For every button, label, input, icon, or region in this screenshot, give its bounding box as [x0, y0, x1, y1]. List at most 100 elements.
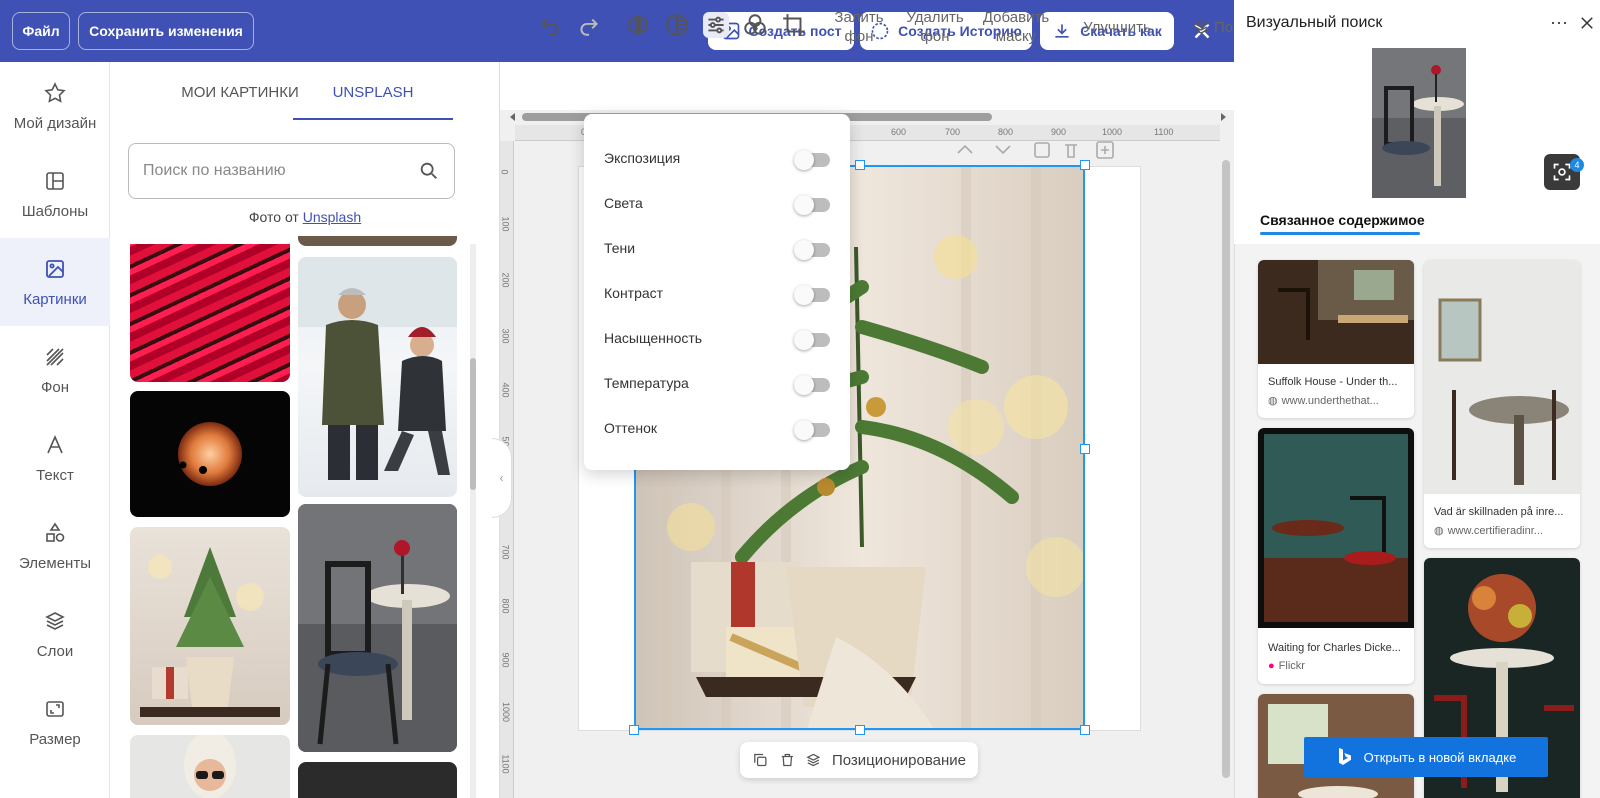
nav-label: Текст	[36, 466, 74, 484]
card-image	[1258, 260, 1414, 364]
notification-badge: 4	[1570, 158, 1584, 172]
thumbnail-sun-planets[interactable]	[130, 391, 290, 517]
nav-my-design[interactable]: Мой дизайн	[0, 62, 110, 150]
ruler-tick: 900	[500, 652, 511, 668]
unsplash-link[interactable]: Unsplash	[303, 209, 361, 225]
undo-icon[interactable]	[537, 12, 563, 38]
contrast-toggle[interactable]	[794, 285, 830, 305]
crop-icon[interactable]	[781, 12, 807, 38]
tab-unsplash[interactable]: UNSPLASH	[293, 82, 453, 120]
thumbnail-red-texture[interactable]	[130, 244, 290, 382]
open-in-new-tab-button[interactable]: Открыть в новой вкладке	[1304, 737, 1548, 777]
nav-elements[interactable]: Элементы	[0, 502, 110, 590]
card-source: ● Flickr	[1268, 660, 1408, 672]
resize-handle-tr[interactable]	[1080, 160, 1090, 170]
flip-icon[interactable]	[625, 12, 651, 38]
thumbnail-partial-top[interactable]	[298, 236, 457, 246]
card-source-text: www.certifieradinr...	[1447, 524, 1543, 537]
thumbnail-winter-couple[interactable]	[298, 257, 457, 497]
resize-handle-br[interactable]	[1080, 725, 1090, 735]
star-icon	[44, 81, 66, 103]
thumbnail-typewriter[interactable]	[298, 762, 457, 798]
nav-layers[interactable]: Слои	[0, 590, 110, 678]
nav-background[interactable]: Фон	[0, 326, 110, 414]
left-navigation: Мой дизайн Шаблоны Картинки Фон Текст Эл…	[0, 62, 110, 798]
remove-background-button[interactable]: Удалить фон	[902, 8, 968, 46]
delete-icon	[1065, 144, 1077, 158]
nav-size[interactable]: Размер	[0, 678, 110, 766]
highlights-toggle[interactable]	[794, 195, 830, 215]
resize-handle-bottom[interactable]	[855, 725, 865, 735]
nav-text[interactable]: Текст	[0, 414, 110, 502]
image-icon	[46, 259, 64, 278]
query-image-preview	[1372, 48, 1466, 198]
adjustments-menu: Экспозиция Света Тени Контраст Насыщенно…	[584, 114, 850, 470]
card-source: ◍ www.certifieradinr...	[1434, 524, 1574, 538]
more-options-icon[interactable]: ···	[1550, 12, 1568, 33]
trash-icon[interactable]	[779, 750, 796, 770]
ruler-tick: 200	[500, 272, 511, 288]
position-short-label: По	[1214, 19, 1234, 36]
selection-mini-toolbar	[957, 141, 1114, 159]
ruler-tick: 600	[891, 127, 907, 137]
related-card[interactable]: Suffolk House - Under th... ◍ www.underth…	[1258, 260, 1414, 418]
search-icon[interactable]	[418, 160, 440, 182]
card-title: Suffolk House - Under th...	[1268, 376, 1398, 388]
ruler-tick: 0	[499, 169, 510, 175]
ruler-tick: 800	[500, 598, 511, 614]
related-card[interactable]: Waiting for Charles Dicke... ● Flickr	[1258, 428, 1414, 684]
vertical-scrollbar[interactable]	[1222, 160, 1230, 778]
filter-icon[interactable]	[664, 12, 690, 38]
add-mask-button[interactable]: Добавить маску	[980, 8, 1052, 46]
editor-toolbar	[500, 62, 1234, 110]
add-icon	[1101, 146, 1109, 154]
resize-handle-bl[interactable]	[629, 725, 639, 735]
thumbnail-woman-sunglasses[interactable]	[130, 735, 290, 798]
card-image	[1424, 260, 1580, 494]
tint-toggle[interactable]	[794, 420, 830, 440]
images-scroll-track[interactable]	[470, 244, 476, 798]
related-content-tab[interactable]: Связанное содержимое	[1260, 212, 1425, 228]
fill-background-button[interactable]: Залить фон	[826, 8, 892, 46]
flickr-icon: ●	[1268, 660, 1275, 672]
ruler-tick: 400	[500, 382, 511, 398]
nav-label: Шаблоны	[21, 202, 89, 220]
ruler-tick: 700	[500, 544, 511, 560]
color-blend-icon[interactable]	[742, 12, 768, 38]
position-toolbar-button[interactable]: По	[1192, 18, 1234, 37]
globe-icon: ◍	[1268, 395, 1278, 407]
search-input[interactable]	[143, 162, 418, 180]
enhance-button[interactable]: Улучшить	[1080, 18, 1154, 37]
resize-handle-right[interactable]	[1080, 444, 1090, 454]
positioning-button[interactable]: Позиционирование	[832, 752, 966, 769]
adjust-icon[interactable]	[703, 12, 729, 38]
duplicate-icon[interactable]	[752, 750, 769, 770]
save-changes-label: Сохранить изменения	[89, 23, 243, 39]
ruler-tick: 800	[998, 127, 1014, 137]
search-box	[128, 143, 455, 199]
images-scroll-thumb[interactable]	[470, 358, 476, 490]
thumbnail-christmas-tree[interactable]	[130, 527, 290, 725]
adjust-item-exposure: Экспозиция	[604, 150, 681, 166]
ruler-tick: 1000	[1102, 127, 1123, 137]
related-card[interactable]: Vad är skillnaden på inre... ◍ www.certif…	[1424, 260, 1580, 548]
resize-handle-top[interactable]	[855, 160, 865, 170]
close-icon[interactable]	[1578, 14, 1596, 32]
temperature-toggle[interactable]	[794, 375, 830, 395]
collapse-panel-handle[interactable]: ‹	[492, 438, 512, 518]
template-icon	[46, 171, 64, 190]
save-changes-button[interactable]: Сохранить изменения	[78, 12, 254, 50]
thumbnail-chair-table[interactable]	[298, 504, 457, 752]
saturation-toggle[interactable]	[794, 330, 830, 350]
shadows-toggle[interactable]	[794, 240, 830, 260]
adjust-item-temperature: Температура	[604, 375, 689, 391]
visual-search-title: Визуальный поиск	[1246, 14, 1383, 31]
adjust-item-saturation: Насыщенность	[604, 330, 703, 346]
nav-images[interactable]: Картинки	[0, 238, 110, 326]
redo-icon[interactable]	[576, 12, 602, 38]
nav-label: Картинки	[23, 290, 87, 308]
bing-icon	[1338, 748, 1351, 765]
nav-templates[interactable]: Шаблоны	[0, 150, 110, 238]
file-button[interactable]: Файл	[12, 12, 70, 50]
exposure-toggle[interactable]	[794, 150, 830, 170]
